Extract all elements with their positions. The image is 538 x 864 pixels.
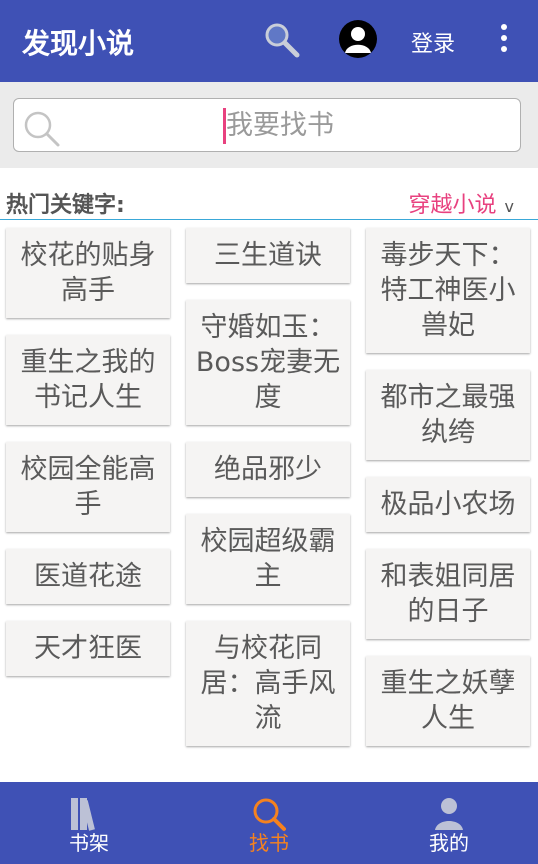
- page-title: 发现小说: [22, 27, 135, 60]
- keyword-tag[interactable]: 重生之我的书记人生: [6, 335, 170, 425]
- nav-item-find-book[interactable]: 找书: [209, 782, 329, 864]
- nav-item-bookshelf[interactable]: 书架: [29, 782, 149, 864]
- nav-label: 找书: [249, 831, 289, 855]
- search-icon[interactable]: [262, 20, 302, 60]
- keyword-tag[interactable]: 绝品邪少: [186, 442, 350, 497]
- hot-keywords-label: 热门关键字:: [6, 193, 125, 218]
- bottom-nav: 书架 找书 我的: [0, 782, 538, 864]
- category-selected: 穿越小说: [408, 193, 497, 218]
- search-icon: [24, 111, 60, 147]
- avatar-icon[interactable]: [339, 20, 377, 58]
- category-dropdown[interactable]: 穿越小说 v: [409, 187, 514, 219]
- keyword-tag[interactable]: 重生之妖孽人生: [366, 656, 530, 746]
- search-area: [0, 82, 538, 168]
- keyword-tag[interactable]: 守婚如玉：Boss宠妻无度: [186, 300, 350, 425]
- keyword-tag[interactable]: 三生道诀: [186, 228, 350, 283]
- keyword-tag[interactable]: 校园全能高手: [6, 442, 170, 532]
- nav-label: 书架: [69, 831, 109, 855]
- keyword-tag[interactable]: 天才狂医: [6, 621, 170, 676]
- more-options-icon[interactable]: [490, 24, 518, 58]
- nav-item-profile[interactable]: 我的: [389, 782, 509, 864]
- login-button[interactable]: 登录: [411, 26, 455, 58]
- keyword-column: 校花的贴身高手 重生之我的书记人生 校园全能高手 医道花途 天才狂医: [6, 228, 170, 693]
- search-box[interactable]: [13, 98, 521, 152]
- keyword-tag[interactable]: 和表姐同居的日子: [366, 549, 530, 639]
- keyword-column: 毒步天下：特工神医小兽妃 都市之最强纨绔 极品小农场 和表姐同居的日子 重生之妖…: [366, 228, 530, 763]
- keyword-tag[interactable]: 医道花途: [6, 549, 170, 604]
- keyword-tag[interactable]: 毒步天下：特工神医小兽妃: [366, 228, 530, 353]
- keyword-tag[interactable]: 校花的贴身高手: [6, 228, 170, 318]
- nav-label: 我的: [429, 831, 469, 855]
- keyword-tag[interactable]: 校园超级霸主: [186, 514, 350, 604]
- search-input[interactable]: [226, 105, 476, 145]
- chevron-down-icon: v: [504, 197, 514, 216]
- app-bar: 发现小说 登录: [0, 0, 538, 82]
- keyword-tag[interactable]: 极品小农场: [366, 477, 530, 532]
- keyword-tag[interactable]: 都市之最强纨绔: [366, 370, 530, 460]
- keyword-column: 三生道诀 守婚如玉：Boss宠妻无度 绝品邪少 校园超级霸主 与校花同居：高手风…: [186, 228, 350, 763]
- keyword-tag[interactable]: 与校花同居：高手风流: [186, 621, 350, 746]
- keyword-grid: 校花的贴身高手 重生之我的书记人生 校园全能高手 医道花途 天才狂医 三生道诀 …: [0, 220, 538, 782]
